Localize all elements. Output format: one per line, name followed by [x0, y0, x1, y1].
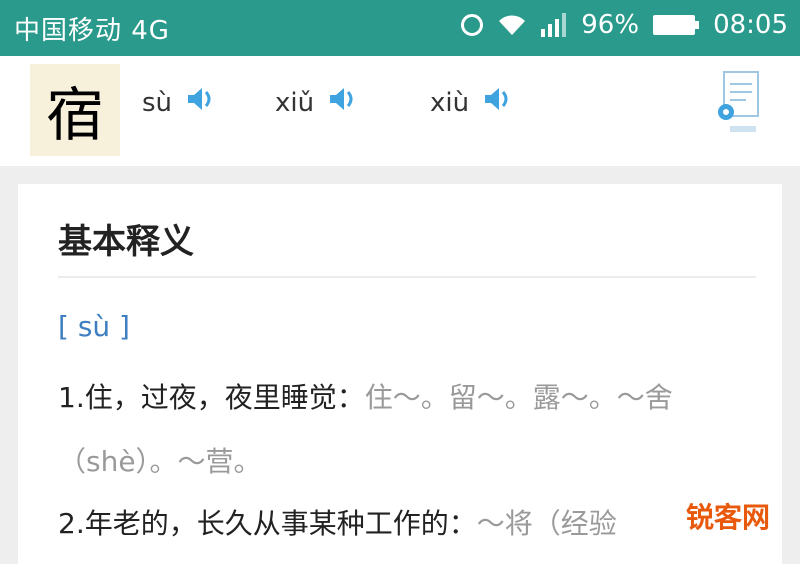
definition-example: （shè）。～营。: [58, 445, 262, 478]
speaker-icon[interactable]: [328, 86, 358, 119]
speaker-icon[interactable]: [186, 86, 216, 119]
definition-card: 基本释义 [ sù ] 1.住，过夜，夜里睡觉：住～。留～。露～。～舍 （shè…: [18, 184, 782, 564]
definition-text: 1.住，过夜，夜里睡觉：: [58, 381, 365, 414]
document-gear-icon[interactable]: [716, 70, 762, 142]
status-bar: 中国移动 4G 96% 08:05: [0, 0, 800, 56]
pinyin-label: sù: [142, 87, 173, 118]
carrier-label: 中国移动 4G: [14, 16, 170, 46]
definition-text: 2.年老的，长久从事某种工作的：: [58, 507, 477, 540]
definition-example: ～将（经验: [476, 507, 617, 540]
pronunciation-1[interactable]: sù: [142, 86, 216, 119]
signal-icon: [541, 13, 567, 37]
card-title: 基本释义: [58, 222, 194, 262]
alarm-icon: [461, 14, 484, 36]
definition-line: 1.住，过夜，夜里睡觉：住～。留～。露～。～舍: [58, 376, 673, 416]
character-header: 宿 sù xiǔ xiù: [0, 56, 800, 166]
wifi-icon: [497, 14, 527, 36]
pinyin-label: xiù: [430, 87, 470, 118]
definition-line: 2.年老的，长久从事某种工作的：～将（经验: [58, 502, 617, 542]
watermark: 锐客网: [685, 501, 770, 534]
character-display: 宿: [30, 64, 120, 156]
definition-example: 住～。留～。露～。～舍: [364, 381, 673, 414]
clock: 08:05: [713, 10, 788, 40]
pinyin-heading: [ sù ]: [58, 310, 130, 343]
pronunciation-3[interactable]: xiù: [430, 86, 513, 119]
divider: [58, 276, 756, 278]
definition-line: （shè）。～营。: [58, 440, 262, 480]
battery-icon: [653, 15, 700, 35]
pronunciation-2[interactable]: xiǔ: [275, 86, 358, 119]
pinyin-label: xiǔ: [275, 87, 315, 118]
speaker-icon[interactable]: [483, 86, 513, 119]
battery-percent: 96%: [581, 10, 640, 40]
